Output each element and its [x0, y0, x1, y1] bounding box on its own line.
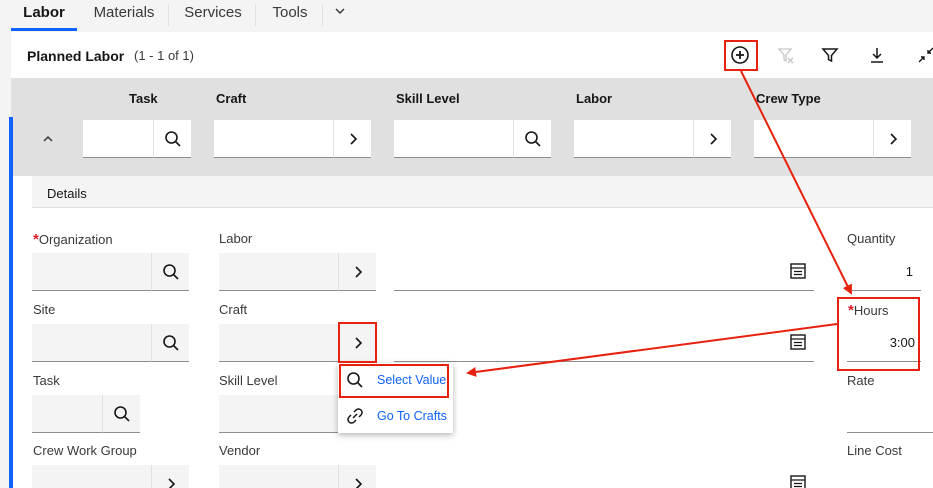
tab-divider — [168, 4, 169, 26]
task-filter-input[interactable] — [83, 120, 153, 158]
tab-divider — [322, 4, 323, 26]
search-icon — [164, 130, 181, 147]
chevron-right-icon — [167, 477, 175, 488]
annotation-box-hours — [837, 297, 920, 371]
tab-materials[interactable]: Materials — [80, 0, 168, 30]
task-filter-search-button[interactable] — [153, 120, 191, 158]
chevron-right-icon — [354, 265, 362, 278]
tab-services[interactable]: Services — [171, 0, 255, 30]
labor-filter-input[interactable] — [574, 120, 693, 158]
column-crew-type[interactable]: Crew Type — [756, 91, 821, 106]
labor-description-field[interactable] — [394, 290, 814, 291]
rate-label: Rate — [847, 373, 875, 388]
craft-filter-lookup-button[interactable] — [333, 120, 371, 158]
skill-level-filter-search-button[interactable] — [513, 120, 551, 158]
tab-labor[interactable]: Labor — [11, 0, 77, 30]
column-header-row: Task Craft Skill Level Labor Crew Type — [11, 78, 933, 176]
chevron-right-icon — [889, 132, 897, 145]
menu-item-label: Go To Crafts — [377, 409, 447, 423]
craft-label: Craft — [219, 302, 248, 317]
active-tab-indicator — [11, 28, 77, 31]
table-header: Planned Labor (1 - 1 of 1) — [11, 32, 933, 78]
column-skill-level[interactable]: Skill Level — [396, 91, 460, 106]
crew-work-group-lookup-button[interactable] — [151, 465, 189, 488]
record-count: (1 - 1 of 1) — [134, 48, 194, 63]
task-label: Task — [33, 373, 60, 388]
search-icon — [162, 263, 179, 280]
long-description-icon[interactable] — [789, 474, 807, 488]
organization-search-button[interactable] — [151, 253, 189, 291]
clear-filter-icon[interactable] — [775, 44, 797, 66]
tab-divider — [255, 4, 256, 26]
chevron-right-icon — [349, 132, 357, 145]
search-icon — [113, 405, 130, 422]
crew-work-group-field[interactable] — [32, 465, 151, 488]
long-description-icon[interactable] — [789, 333, 807, 351]
organization-label: *Organization — [33, 231, 113, 248]
vendor-lookup-button[interactable] — [338, 465, 376, 488]
download-icon[interactable] — [866, 44, 888, 66]
annotation-box-select-value — [339, 364, 449, 398]
site-search-button[interactable] — [151, 324, 189, 362]
search-icon — [524, 130, 541, 147]
vendor-field[interactable] — [219, 465, 338, 488]
menu-item-go-to-crafts[interactable]: Go To Crafts — [338, 399, 453, 433]
tab-bar: Labor Materials Services Tools — [0, 0, 933, 32]
crew-work-group-label: Crew Work Group — [33, 443, 137, 458]
crew-type-filter-input[interactable] — [754, 120, 873, 158]
chevron-right-icon — [354, 477, 362, 488]
details-section-label: Details — [47, 186, 87, 201]
skill-level-field[interactable] — [219, 395, 338, 433]
table-title: Planned Labor — [27, 48, 125, 64]
annotation-box-add — [724, 40, 758, 71]
annotation-box-craft-lookup — [338, 322, 377, 363]
labor-field[interactable] — [219, 253, 338, 291]
column-craft[interactable]: Craft — [216, 91, 246, 106]
quantity-label: Quantity — [847, 231, 896, 246]
site-label: Site — [33, 302, 56, 317]
filter-icon[interactable] — [819, 44, 841, 66]
search-icon — [162, 334, 179, 351]
app-root: Labor Materials Services Tools Planned L… — [0, 0, 933, 488]
long-description-icon[interactable] — [789, 262, 807, 280]
labor-lookup-button[interactable] — [338, 253, 376, 291]
crew-type-filter-lookup-button[interactable] — [873, 120, 911, 158]
site-field[interactable] — [32, 324, 151, 362]
collapse-icon[interactable] — [915, 44, 933, 66]
quantity-value: 1 — [905, 264, 913, 279]
line-cost-label: Line Cost — [847, 443, 902, 458]
column-task[interactable]: Task — [129, 91, 158, 106]
vendor-label: Vendor — [219, 443, 261, 458]
craft-description-field[interactable] — [394, 361, 814, 362]
organization-field[interactable] — [32, 253, 151, 291]
link-icon — [347, 408, 363, 424]
skill-level-filter-input[interactable] — [394, 120, 513, 158]
details-section-header: Details — [32, 176, 933, 208]
rate-field[interactable] — [847, 432, 933, 433]
chevron-right-icon — [709, 132, 717, 145]
chevron-down-icon[interactable] — [333, 4, 347, 18]
craft-filter-input[interactable] — [214, 120, 333, 158]
labor-label: Labor — [219, 231, 253, 246]
quantity-field[interactable]: 1 — [847, 253, 921, 291]
column-labor[interactable]: Labor — [576, 91, 612, 106]
task-search-button[interactable] — [102, 395, 140, 433]
skill-level-label: Skill Level — [219, 373, 278, 388]
craft-field[interactable] — [219, 324, 338, 362]
tab-tools[interactable]: Tools — [258, 0, 322, 30]
labor-filter-lookup-button[interactable] — [693, 120, 731, 158]
chevron-up-icon[interactable] — [41, 132, 55, 146]
task-field[interactable] — [32, 395, 102, 433]
